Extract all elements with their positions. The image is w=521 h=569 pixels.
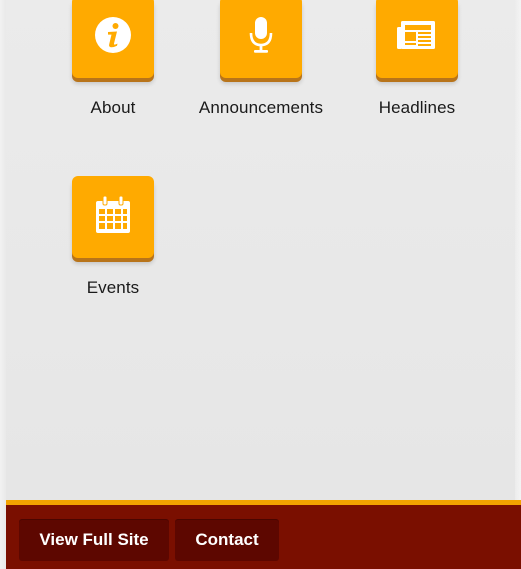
tile-about[interactable]: About [33, 0, 193, 118]
tile-label-headlines: Headlines [378, 98, 456, 117]
calendar-icon [94, 195, 132, 240]
events-icon-box[interactable] [72, 176, 154, 258]
contact-button[interactable]: Contact [175, 519, 279, 561]
tile-events[interactable]: Events [33, 176, 193, 298]
tile-label-events: Events [86, 278, 140, 297]
info-icon [93, 15, 133, 60]
tile-label-announcements: Announcements [198, 98, 324, 117]
tile-grid: About Announcements Headlines Events [6, 0, 515, 500]
view-full-site-button[interactable]: View Full Site [19, 519, 169, 561]
tile-announcements[interactable]: Announcements [181, 0, 341, 118]
newspaper-icon [396, 18, 438, 57]
announcements-icon-box[interactable] [220, 0, 302, 78]
microphone-icon [246, 15, 276, 60]
about-icon-box[interactable] [72, 0, 154, 78]
tile-headlines[interactable]: Headlines [337, 0, 497, 118]
footer-bar: View Full Site Contact [6, 500, 521, 569]
tile-label-about: About [90, 98, 136, 117]
headlines-icon-box[interactable] [376, 0, 458, 78]
